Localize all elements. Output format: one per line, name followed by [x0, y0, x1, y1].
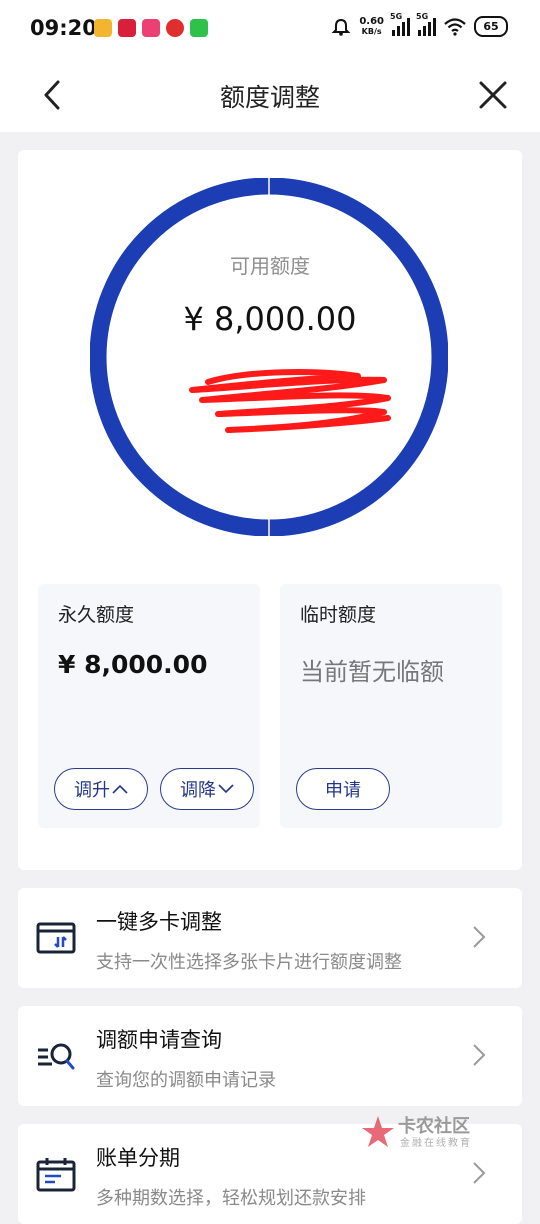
- card-adjust-icon: [36, 922, 76, 954]
- list-item-subtitle: 查询您的调额申请记录: [96, 1070, 276, 1091]
- lower-quota-button[interactable]: 调降: [160, 768, 254, 810]
- chevron-right-icon: [473, 1044, 486, 1066]
- net-speed: 0.60 KB/s: [359, 15, 384, 37]
- available-credit-ring: [90, 178, 448, 536]
- alarm-icon: [331, 18, 351, 36]
- status-time: 09:20: [30, 16, 97, 40]
- signal-label: 5G: [390, 11, 403, 21]
- battery-indicator: 65: [474, 16, 508, 37]
- close-icon[interactable]: [476, 78, 510, 112]
- credit-app-icon: [166, 19, 184, 37]
- search-list-icon: [38, 1043, 75, 1070]
- temporary-quota-status: 当前暂无临额: [300, 658, 444, 686]
- wechat-icon: [190, 19, 208, 37]
- available-credit-amount: ¥ 8,000.00: [183, 300, 357, 338]
- redaction-scribble: [189, 369, 391, 433]
- permanent-quota-amount: ¥ 8,000.00: [58, 650, 208, 679]
- raise-quota-label: 调升: [74, 780, 110, 801]
- net-speed-unit: KB/s: [361, 26, 382, 36]
- watermark: 卡农社区 金融在线教育: [360, 1112, 490, 1152]
- signal-icon: 5G: [416, 12, 436, 36]
- status-indicators: 0.60 KB/s 5G 5G 65: [331, 12, 508, 37]
- list-item-title: 一键多卡调整: [96, 910, 222, 934]
- permanent-quota-title: 永久额度: [58, 604, 135, 626]
- temporary-quota-title: 临时额度: [300, 604, 377, 626]
- card-app-icon: [142, 19, 160, 37]
- chevron-right-icon: [473, 926, 486, 948]
- net-speed-value: 0.60: [359, 15, 384, 27]
- multi-card-adjust-item[interactable]: 一键多卡调整 支持一次性选择多张卡片进行额度调整: [18, 888, 522, 988]
- credit-summary-card: 可用额度 ¥ 8,000.00 永久额度 ¥ 8,000.00 调升 调降 临时…: [18, 150, 522, 870]
- available-credit-label: 可用额度: [230, 254, 310, 278]
- adjust-application-query-item[interactable]: 调额申请查询 查询您的调额申请记录: [18, 1006, 522, 1106]
- lower-quota-label: 调降: [180, 780, 216, 801]
- watermark-subtext: 金融在线教育: [400, 1138, 472, 1149]
- signal-icon: 5G: [390, 12, 410, 36]
- chevron-down-icon: [218, 784, 234, 794]
- list-item-subtitle: 支持一次性选择多张卡片进行额度调整: [96, 952, 402, 973]
- calendar-icon: [36, 1158, 76, 1192]
- bank-app-icon: [118, 19, 136, 37]
- watermark-logo-icon: [362, 1116, 394, 1147]
- app-notification-icon: [94, 19, 112, 37]
- chevron-right-icon: [473, 1162, 486, 1184]
- list-item-title: 账单分期: [96, 1146, 180, 1170]
- list-item-title: 调额申请查询: [96, 1028, 222, 1052]
- status-bar: 09:20 0.60 KB/s 5G 5G 65: [0, 0, 540, 58]
- list-item-subtitle: 多种期数选择，轻松规划还款安排: [96, 1188, 366, 1209]
- notification-icons: [94, 19, 208, 37]
- chevron-up-icon: [112, 784, 128, 794]
- apply-label: 申请: [325, 780, 361, 801]
- wifi-icon: [444, 17, 466, 36]
- nav-bar: 额度调整: [0, 58, 540, 132]
- apply-temporary-quota-button[interactable]: 申请: [296, 768, 390, 810]
- temporary-quota-panel: 临时额度 当前暂无临额 申请: [280, 584, 502, 828]
- raise-quota-button[interactable]: 调升: [54, 768, 148, 810]
- page-title: 额度调整: [219, 83, 320, 112]
- permanent-quota-panel: 永久额度 ¥ 8,000.00 调升 调降: [38, 584, 260, 828]
- signal-label: 5G: [416, 11, 429, 21]
